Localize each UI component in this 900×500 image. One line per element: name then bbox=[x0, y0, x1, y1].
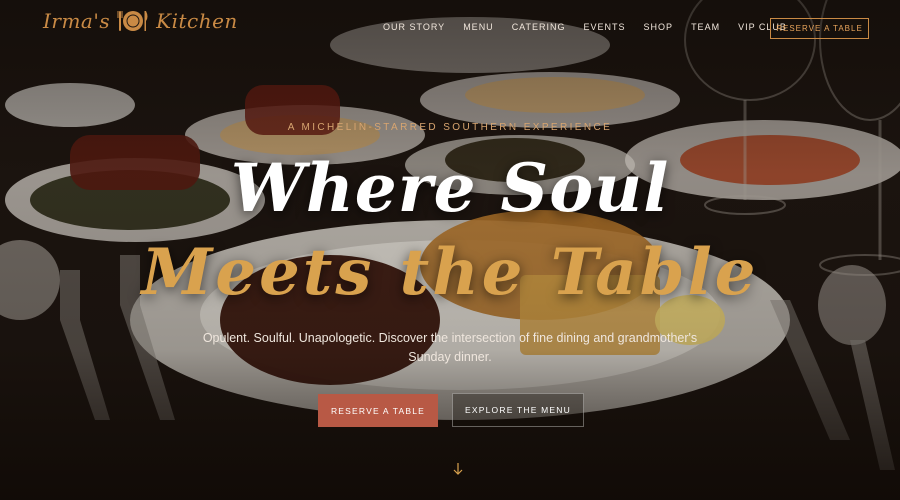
plate-fork-knife-icon bbox=[116, 7, 150, 35]
nav-reserve-button[interactable]: RESERVE A TABLE bbox=[770, 18, 869, 39]
main-menu: OUR STORY MENU CATERING EVENTS SHOP TEAM… bbox=[383, 22, 805, 32]
nav-link-catering[interactable]: CATERING bbox=[512, 22, 566, 32]
nav-link-events[interactable]: EVENTS bbox=[584, 22, 626, 32]
explore-menu-button[interactable]: EXPLORE THE MENU bbox=[452, 393, 584, 427]
nav-link-team[interactable]: TEAM bbox=[691, 22, 720, 32]
reserve-table-button[interactable]: RESERVE A TABLE bbox=[318, 394, 438, 427]
hero-headline-line-1: Where Soul bbox=[230, 149, 670, 227]
top-navigation: Irma's Kitchen OUR STORY MENU CATERING E… bbox=[0, 0, 900, 56]
nav-link-our-story[interactable]: OUR STORY bbox=[383, 22, 445, 32]
brand-name-left: Irma's bbox=[43, 9, 111, 33]
brand-logo[interactable]: Irma's Kitchen bbox=[43, 7, 238, 35]
chevron-down-icon[interactable] bbox=[451, 462, 465, 476]
nav-link-menu[interactable]: MENU bbox=[463, 22, 494, 32]
hero-headline-line-2: Meets the Table bbox=[141, 235, 759, 310]
hero-eyebrow: A MICHELIN-STARRED SOUTHERN EXPERIENCE bbox=[287, 122, 613, 133]
brand-name-right: Kitchen bbox=[156, 9, 238, 33]
nav-link-shop[interactable]: SHOP bbox=[644, 22, 674, 32]
hero-subcopy: Opulent. Soulful. Unapologetic. Discover… bbox=[202, 331, 698, 364]
